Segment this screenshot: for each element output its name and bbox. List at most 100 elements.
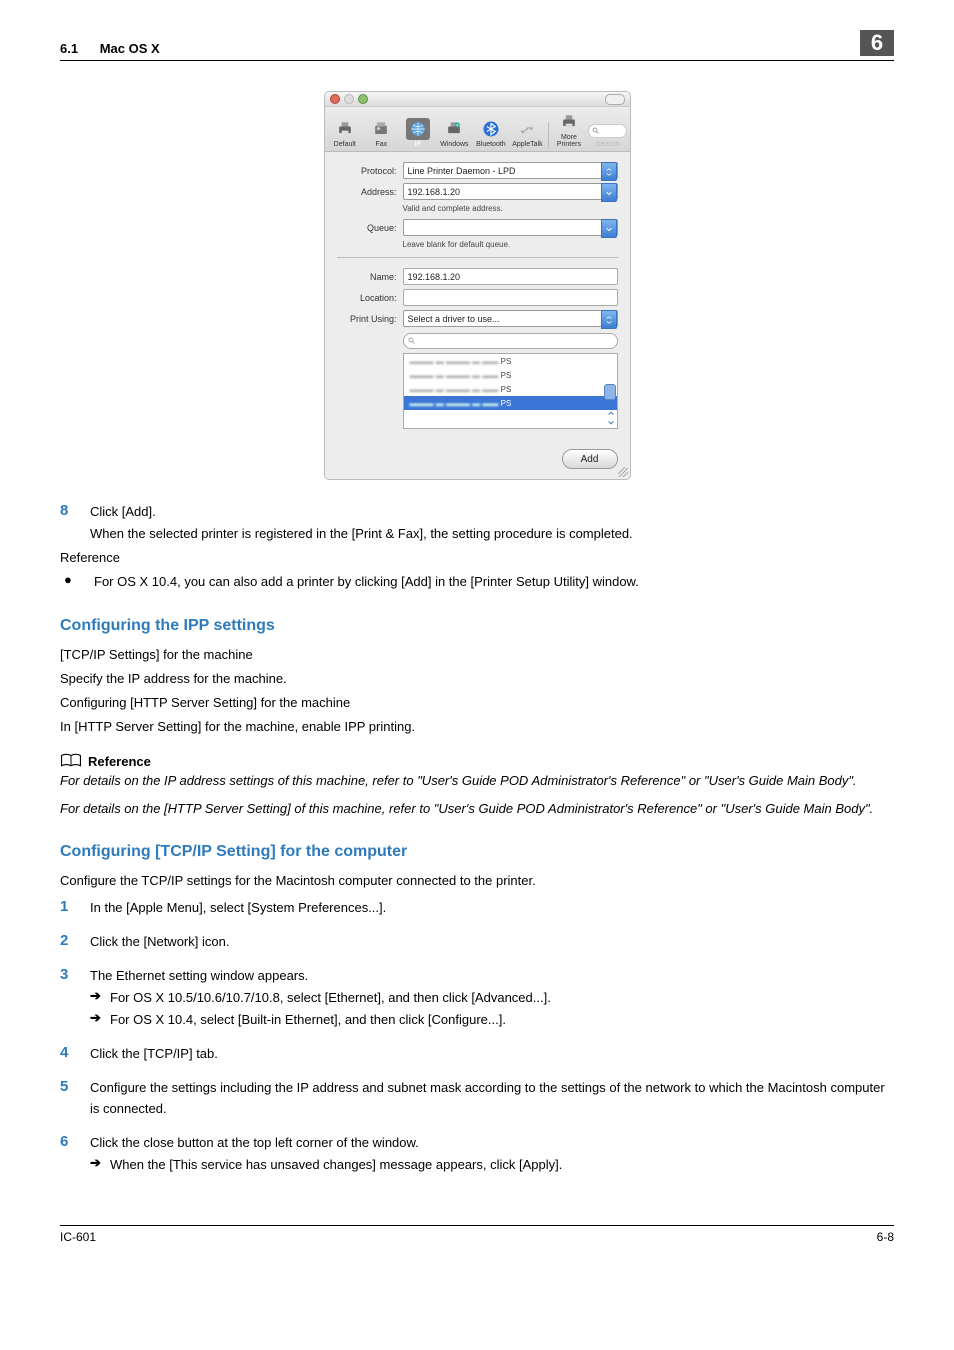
print-using-select[interactable]: Select a driver to use... bbox=[403, 310, 618, 327]
section-title: Mac OS X bbox=[100, 41, 160, 56]
step-number: 3 bbox=[60, 966, 90, 986]
substep-text: For OS X 10.5/10.6/10.7/10.8, select [Et… bbox=[110, 988, 894, 1008]
queue-arrow-icon bbox=[601, 219, 617, 238]
arrow-icon: ➔ bbox=[90, 1010, 110, 1030]
bullet-icon: ● bbox=[60, 572, 94, 592]
minimize-icon[interactable] bbox=[344, 94, 354, 104]
address-value: 192.168.1.20 bbox=[408, 187, 461, 197]
address-arrow-icon bbox=[601, 183, 617, 202]
add-button[interactable]: Add bbox=[562, 449, 618, 469]
close-icon[interactable] bbox=[330, 94, 340, 104]
toolbar-appletalk[interactable]: AppleTalk bbox=[509, 118, 546, 148]
name-label: Name: bbox=[337, 272, 403, 282]
toolbar-separator bbox=[548, 122, 549, 148]
tcpip-intro: Configure the TCP/IP settings for the Ma… bbox=[60, 871, 894, 891]
arrow-icon: ➔ bbox=[90, 988, 110, 1008]
zoom-icon[interactable] bbox=[358, 94, 368, 104]
reference-label: Reference bbox=[60, 548, 894, 568]
print-using-label: Print Using: bbox=[337, 314, 403, 324]
protocol-label: Protocol: bbox=[337, 166, 403, 176]
toolbar-default[interactable]: Default bbox=[327, 118, 364, 148]
driver-list[interactable]: ▬▬▬ ▬ ▬▬▬ ▬ ▬▬ PS ▬▬▬ ▬ ▬▬▬ ▬ ▬▬ PS ▬▬▬ … bbox=[403, 353, 618, 429]
driver-search-input[interactable] bbox=[403, 333, 618, 349]
reference-italic: For details on the [HTTP Server Setting]… bbox=[60, 799, 894, 819]
driver-list-item[interactable]: ▬▬▬ ▬ ▬▬▬ ▬ ▬▬ PS bbox=[404, 382, 617, 396]
toolbar-ip-label: IP bbox=[415, 141, 422, 148]
reference-bullet: For OS X 10.4, you can also add a printe… bbox=[94, 572, 894, 592]
protocol-combo[interactable]: Line Printer Daemon - LPD bbox=[403, 162, 618, 179]
footer-right: 6-8 bbox=[877, 1230, 894, 1244]
queue-input[interactable] bbox=[403, 219, 618, 236]
name-value: 192.168.1.20 bbox=[408, 272, 461, 282]
scroll-up-icon[interactable] bbox=[606, 408, 616, 418]
step-text: Click the close button at the top left c… bbox=[90, 1133, 894, 1153]
ipp-line: In [HTTP Server Setting] for the machine… bbox=[60, 717, 894, 737]
protocol-value: Line Printer Daemon - LPD bbox=[408, 166, 516, 176]
dialog-titlebar bbox=[325, 92, 630, 107]
queue-label: Queue: bbox=[337, 223, 403, 233]
printer-icon bbox=[335, 119, 355, 139]
substep-text: When the [This service has unsaved chang… bbox=[110, 1155, 894, 1175]
svg-text:✦: ✦ bbox=[456, 123, 460, 128]
print-using-value: Select a driver to use... bbox=[408, 314, 500, 324]
header-rule bbox=[60, 60, 894, 61]
toolbar-appletalk-label: AppleTalk bbox=[512, 141, 542, 148]
scrollbar-thumb[interactable] bbox=[604, 384, 616, 400]
dialog-toolbar: Default Fax IP ✦ Windows Bluetooth bbox=[325, 107, 630, 152]
add-printer-dialog: Default Fax IP ✦ Windows Bluetooth bbox=[324, 91, 631, 480]
appletalk-icon bbox=[517, 119, 537, 139]
driver-list-item[interactable]: ▬▬▬ ▬ ▬▬▬ ▬ ▬▬ PS bbox=[404, 354, 617, 368]
ipp-line: [TCP/IP Settings] for the machine bbox=[60, 645, 894, 665]
address-helper: Valid and complete address. bbox=[403, 204, 618, 213]
scroll-down-icon[interactable] bbox=[606, 418, 616, 428]
queue-helper: Leave blank for default queue. bbox=[403, 240, 618, 249]
driver-list-item-selected[interactable]: ▬▬▬ ▬ ▬▬▬ ▬ ▬▬ PS bbox=[404, 396, 617, 410]
section-number: 6.1 bbox=[60, 41, 78, 56]
name-input[interactable]: 192.168.1.20 bbox=[403, 268, 618, 285]
dialog-divider bbox=[337, 257, 618, 258]
windows-printer-icon: ✦ bbox=[444, 119, 464, 139]
toolbar-windows[interactable]: ✦ Windows bbox=[436, 118, 473, 148]
print-using-arrow-icon bbox=[601, 310, 617, 329]
globe-icon bbox=[408, 119, 428, 139]
toolbar-bluetooth-label: Bluetooth bbox=[476, 141, 506, 148]
toolbar-fax-label: Fax bbox=[375, 141, 387, 148]
toolbar-windows-label: Windows bbox=[440, 141, 468, 148]
step-text: The Ethernet setting window appears. bbox=[90, 966, 894, 986]
book-icon bbox=[60, 753, 82, 769]
reference-italic: For details on the IP address settings o… bbox=[60, 771, 894, 791]
step-followup: When the selected printer is registered … bbox=[90, 524, 894, 544]
location-label: Location: bbox=[337, 293, 403, 303]
heading-tcpip: Configuring [TCP/IP Setting] for the com… bbox=[60, 843, 894, 861]
toolbar-toggle-icon[interactable] bbox=[605, 94, 625, 105]
reference-heading: Reference bbox=[60, 753, 894, 769]
toolbar-ip[interactable]: IP bbox=[400, 118, 437, 148]
toolbar-bluetooth[interactable]: Bluetooth bbox=[473, 118, 510, 148]
toolbar-search-label: Search bbox=[595, 139, 619, 148]
resize-grip-icon[interactable] bbox=[618, 467, 628, 477]
step-text: Click the [Network] icon. bbox=[90, 932, 894, 952]
bluetooth-icon bbox=[481, 119, 501, 139]
toolbar-more-printers[interactable]: More Printers bbox=[551, 111, 588, 148]
protocol-arrow-icon bbox=[601, 162, 617, 181]
location-input[interactable] bbox=[403, 289, 618, 306]
fax-icon bbox=[371, 119, 391, 139]
arrow-icon: ➔ bbox=[90, 1155, 110, 1175]
substep-text: For OS X 10.4, select [Built-in Ethernet… bbox=[110, 1010, 894, 1030]
toolbar-default-label: Default bbox=[334, 141, 356, 148]
heading-ipp: Configuring the IPP settings bbox=[60, 617, 894, 635]
driver-list-item[interactable]: ▬▬▬ ▬ ▬▬▬ ▬ ▬▬ PS bbox=[404, 368, 617, 382]
toolbar-search[interactable]: Search bbox=[587, 124, 627, 148]
step-number: 8 bbox=[60, 502, 90, 522]
search-icon bbox=[408, 337, 416, 345]
printer-icon bbox=[559, 112, 579, 132]
search-icon bbox=[592, 127, 600, 135]
step-number: 1 bbox=[60, 898, 90, 918]
step-number: 5 bbox=[60, 1078, 90, 1118]
toolbar-fax[interactable]: Fax bbox=[363, 118, 400, 148]
step-number: 2 bbox=[60, 932, 90, 952]
reference-heading-text: Reference bbox=[88, 754, 151, 769]
step-text: Click [Add]. bbox=[90, 502, 894, 522]
address-input[interactable]: 192.168.1.20 bbox=[403, 183, 618, 200]
step-number: 4 bbox=[60, 1044, 90, 1064]
